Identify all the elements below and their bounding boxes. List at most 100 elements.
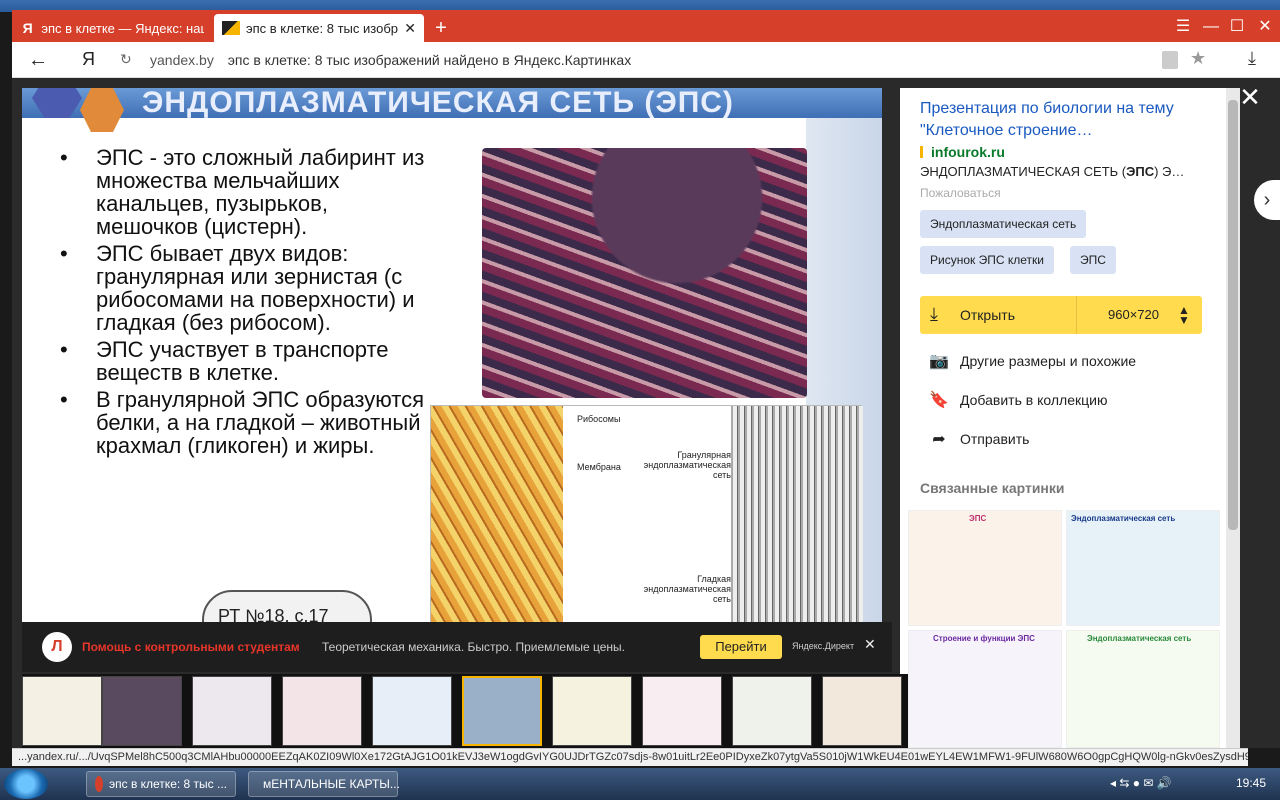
other-sizes-button[interactable]: 📷 Другие размеры и похожие bbox=[928, 350, 1136, 372]
film-thumb-selected[interactable] bbox=[462, 676, 542, 746]
new-tab-button[interactable]: + bbox=[430, 18, 452, 40]
thumb-caption: Строение и функции ЭПС bbox=[933, 634, 1035, 643]
back-arrow-icon[interactable]: ← bbox=[28, 49, 48, 72]
film-thumb[interactable] bbox=[552, 676, 632, 746]
url-title: эпс в клетке: 8 тыс изображений найдено … bbox=[227, 52, 632, 68]
ad-close-icon[interactable]: ✕ bbox=[864, 636, 876, 653]
related-thumb[interactable]: ЭПС bbox=[908, 510, 1062, 626]
related-thumb[interactable]: Строение и функции ЭПС bbox=[908, 630, 1062, 748]
film-thumb[interactable] bbox=[732, 676, 812, 746]
slide-bullets: ЭПС - это сложный лабиринт из множества … bbox=[60, 146, 430, 461]
image-title-link[interactable]: Презентация по биологии на тему "Клеточн… bbox=[920, 98, 1200, 142]
thumb-caption: Эндоплазматическая сеть bbox=[1087, 634, 1192, 643]
camera-icon: 📷 bbox=[929, 353, 949, 370]
tab-label: эпс в клетке — Яндекс: наш bbox=[41, 20, 204, 36]
open-image-button[interactable]: ⤓ Открыть 960×720 ▲ ▼ bbox=[920, 296, 1202, 334]
lock-icon[interactable] bbox=[1162, 51, 1178, 69]
tag-eps[interactable]: ЭПС bbox=[1070, 246, 1116, 274]
film-thumb[interactable] bbox=[282, 676, 362, 746]
panel-scrollbar[interactable] bbox=[1226, 88, 1240, 748]
minimize-icon[interactable]: — bbox=[1198, 16, 1224, 38]
tab-bar: Я эпс в клетке — Яндекс: наш эпс в клетк… bbox=[12, 10, 1280, 42]
scrollbar-handle[interactable] bbox=[1228, 100, 1238, 530]
hexagon-decoration bbox=[32, 88, 82, 118]
close-window-icon[interactable]: ✕ bbox=[1252, 16, 1278, 38]
label-membrane: Мембрана bbox=[577, 462, 621, 472]
maximize-icon[interactable]: ☐ bbox=[1224, 16, 1250, 38]
er-illustration bbox=[482, 148, 807, 398]
status-bar-url: ...yandex.ru/.../UvqSPMel8hC500q3CMlAHbu… bbox=[12, 748, 1248, 766]
thumb-caption: Эндоплазматическая сеть bbox=[1071, 514, 1176, 523]
slide-image[interactable]: ЭНДОПЛАЗМАТИЧЕСКАЯ СЕТЬ (ЭПС) ЭПС - это … bbox=[22, 88, 882, 623]
micrograph bbox=[731, 406, 863, 623]
label-granular: Гранулярная эндоплазматическая сеть bbox=[643, 450, 731, 480]
workbook-badge: РТ №18, с.17 bbox=[202, 590, 372, 623]
download-icon: ⤓ bbox=[930, 304, 938, 324]
film-thumb[interactable] bbox=[822, 676, 902, 746]
tab-search-results[interactable]: Я эпс в клетке — Яндекс: наш bbox=[12, 14, 212, 42]
url-field[interactable]: yandex.by эпс в клетке: 8 тыс изображени… bbox=[150, 52, 631, 68]
filmstrip bbox=[22, 674, 908, 748]
tag-er-drawing[interactable]: Рисунок ЭПС клетки bbox=[920, 246, 1054, 274]
related-heading: Связанные картинки bbox=[920, 480, 1065, 496]
ad-headline[interactable]: Помощь с контрольными студентам bbox=[82, 640, 300, 654]
downloads-icon[interactable]: ⤓ bbox=[1248, 48, 1256, 69]
film-thumb[interactable] bbox=[192, 676, 272, 746]
yandex-logo-icon: Я bbox=[22, 20, 33, 36]
tab-label: эпс в клетке: 8 тыс изобр bbox=[246, 20, 398, 36]
taskbar-browser[interactable]: эпс в клетке: 8 тыс ... bbox=[86, 771, 236, 797]
er-diagram: Рибосомы Мембрана Гранулярная эндоплазма… bbox=[430, 405, 863, 623]
url-domain: yandex.by bbox=[150, 52, 214, 68]
bullet-item: ЭПС участвует в транспорте веществ в кле… bbox=[60, 338, 430, 384]
thumb-caption: ЭПС bbox=[969, 514, 987, 523]
share-button[interactable]: ➦ Отправить bbox=[928, 428, 1029, 450]
film-thumb[interactable] bbox=[642, 676, 722, 746]
taskbar: эпс в клетке: 8 тыс ... мЕНТАЛЬНЫЕ КАРТЫ… bbox=[0, 768, 1280, 800]
address-bar: ← Я ↻ yandex.by эпс в клетке: 8 тыс изоб… bbox=[12, 42, 1280, 78]
action-label: Отправить bbox=[960, 431, 1030, 447]
film-thumb[interactable] bbox=[102, 676, 182, 746]
desc-part: ) Э… bbox=[1154, 164, 1185, 179]
bullet-item: ЭПС бывает двух видов: гранулярная или з… bbox=[60, 242, 430, 334]
complain-link[interactable]: Пожаловаться bbox=[920, 186, 1001, 200]
yandex-button[interactable]: Я bbox=[82, 49, 95, 70]
slide-title: ЭНДОПЛАЗМАТИЧЕСКАЯ СЕТЬ (ЭПС) bbox=[142, 88, 734, 119]
add-to-collection-button[interactable]: 🔖 Добавить в коллекцию bbox=[928, 389, 1107, 411]
bookmark-star-icon[interactable]: ★ bbox=[1190, 48, 1206, 69]
open-label: Открыть bbox=[960, 307, 1015, 323]
granular-er-drawing bbox=[431, 406, 563, 623]
source-link[interactable]: infourok.ru bbox=[920, 144, 1005, 160]
reload-icon[interactable]: ↻ bbox=[120, 51, 132, 68]
divider bbox=[1076, 296, 1077, 334]
ad-logo-icon: Л bbox=[42, 632, 72, 662]
ad-go-button[interactable]: Перейти bbox=[700, 635, 782, 659]
bullet-item: ЭПС - это сложный лабиринт из множества … bbox=[60, 146, 430, 238]
taskbar-word[interactable]: мЕНТАЛЬНЫЕ КАРТЫ... bbox=[248, 771, 400, 797]
menu-icon[interactable]: ☰ bbox=[1170, 16, 1196, 38]
size-select[interactable]: 960×720 bbox=[1108, 307, 1159, 322]
system-tray-icons[interactable]: ◂ ⇆ ● ✉ 🔊 bbox=[1110, 776, 1172, 790]
bullet-item: В гранулярной ЭПС образуются белки, а на… bbox=[60, 388, 430, 457]
image-description: ЭНДОПЛАЗМАТИЧЕСКАЯ СЕТЬ (ЭПС) Э… bbox=[920, 164, 1210, 179]
film-thumb[interactable] bbox=[22, 676, 102, 746]
ad-direct-label[interactable]: Яндекс.Директ bbox=[792, 641, 854, 651]
clock[interactable]: 19:45 bbox=[1236, 776, 1266, 790]
tag-er[interactable]: Эндоплазматическая сеть bbox=[920, 210, 1087, 238]
action-label: Добавить в коллекцию bbox=[960, 392, 1108, 408]
share-arrow-icon: ➦ bbox=[932, 431, 946, 448]
taskbar-label: эпс в клетке: 8 тыс ... bbox=[108, 777, 227, 791]
start-button[interactable] bbox=[4, 769, 48, 799]
film-thumb[interactable] bbox=[372, 676, 452, 746]
tab-images[interactable]: эпс в клетке: 8 тыс изобр ✕ bbox=[214, 14, 424, 42]
tab-close-icon[interactable]: ✕ bbox=[398, 20, 416, 37]
label-smooth: Гладкая эндоплазматическая сеть bbox=[643, 574, 731, 604]
ad-banner[interactable]: Л Помощь с контрольными студентам Теорет… bbox=[22, 622, 892, 672]
images-favicon-icon bbox=[222, 21, 240, 35]
updown-icon: ▲ ▼ bbox=[1178, 303, 1190, 327]
ad-text: Теоретическая механика. Быстро. Приемлем… bbox=[322, 640, 625, 654]
yandex-browser-icon bbox=[95, 776, 103, 792]
related-thumb[interactable]: Эндоплазматическая сеть bbox=[1066, 630, 1220, 748]
close-viewer-icon[interactable]: ✕ bbox=[1236, 84, 1264, 112]
related-thumb[interactable]: Эндоплазматическая сеть bbox=[1066, 510, 1220, 626]
hexagon-decoration bbox=[80, 88, 124, 132]
